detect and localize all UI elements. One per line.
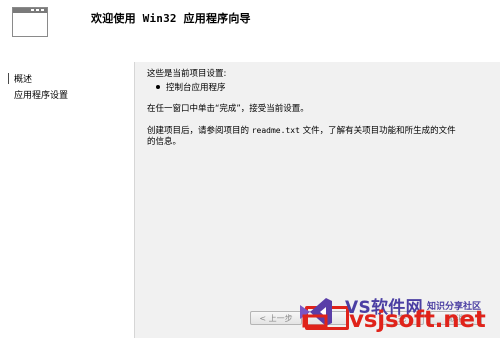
readme-info-text-cont: 的信息。 bbox=[147, 137, 182, 147]
readme-text-part2: 文件，了解有关项目功能和所生成的文件 bbox=[302, 126, 456, 136]
readme-info-text: 创建项目后，请参阅项目的 readme.txt 文件，了解有关项目功能和所生成的… bbox=[147, 124, 456, 136]
app-type-bullet-text: 控制台应用程序 bbox=[166, 83, 226, 93]
nav-item-app-settings[interactable]: 应用程序设置 bbox=[14, 88, 68, 101]
finish-instruction-text: 在任一窗口中单击“完成”，接受当前设置。 bbox=[147, 104, 309, 114]
bullet-dot bbox=[156, 85, 160, 89]
watermark-url: vsjsoft.net bbox=[349, 307, 486, 333]
window-app-icon bbox=[12, 7, 48, 37]
wizard-header: 欢迎使用 Win32 应用程序向导 bbox=[0, 0, 500, 52]
readme-filename: readme.txt bbox=[251, 126, 300, 135]
nav-item-overview[interactable]: 概述 bbox=[7, 72, 32, 85]
vs-logo-icon bbox=[300, 298, 332, 328]
settings-intro-text: 这些是当前项目设置: bbox=[147, 69, 227, 79]
wizard-title: 欢迎使用 Win32 应用程序向导 bbox=[91, 12, 251, 25]
prev-button[interactable]: < 上一步 bbox=[250, 311, 302, 325]
wizard-nav: 概述 应用程序设置 bbox=[0, 62, 133, 338]
